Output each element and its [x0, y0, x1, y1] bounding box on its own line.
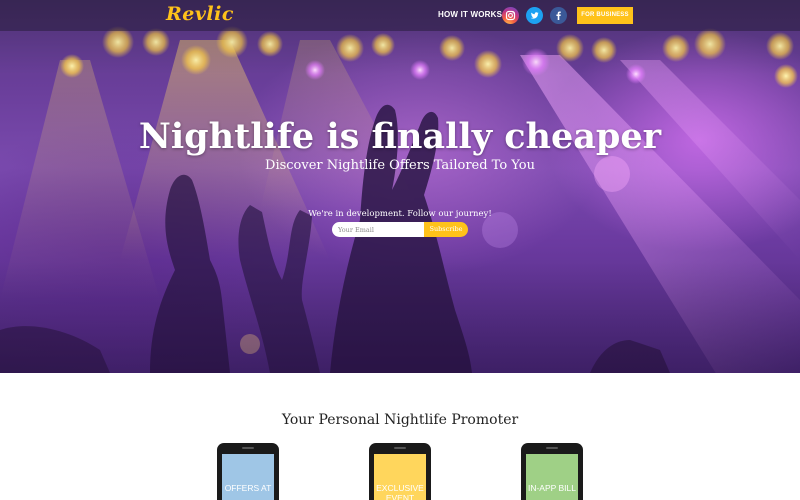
hero-background — [0, 0, 800, 373]
twitter-icon[interactable] — [526, 7, 543, 24]
phone-card-in-app-bill: IN-APP BILL — [521, 443, 583, 500]
phone-screen-label: EXCLUSIVE EVENT — [374, 454, 426, 500]
phone-speaker — [242, 447, 254, 449]
hero-subtitle: Discover Nightlife Offers Tailored To Yo… — [265, 158, 535, 173]
facebook-icon[interactable] — [550, 7, 567, 24]
instagram-icon[interactable] — [502, 7, 519, 24]
hero-overlay — [0, 0, 800, 373]
phone-speaker — [546, 447, 558, 449]
top-navigation-bar: Revlic HOW IT WORKS FOR BUSINESS — [0, 0, 800, 31]
how-it-works-link[interactable]: HOW IT WORKS — [438, 10, 502, 19]
phone-card-offers: OFFERS AT — [217, 443, 279, 500]
phone-speaker — [394, 447, 406, 449]
revlic-logo[interactable]: Revlic — [166, 3, 234, 27]
email-input[interactable] — [332, 222, 424, 237]
hero-title: Nightlife is finally cheaper — [138, 116, 662, 157]
features-title: Your Personal Nightlife Promoter — [281, 412, 519, 428]
phone-card-exclusive-event: EXCLUSIVE EVENT — [369, 443, 431, 500]
subscribe-button[interactable]: Subscribe — [424, 222, 468, 237]
phone-screen-label: OFFERS AT — [222, 454, 274, 500]
development-note: We're in development. Follow our journey… — [308, 209, 492, 219]
phone-screen-label: IN-APP BILL — [526, 454, 578, 500]
for-business-button[interactable]: FOR BUSINESS — [577, 7, 633, 24]
